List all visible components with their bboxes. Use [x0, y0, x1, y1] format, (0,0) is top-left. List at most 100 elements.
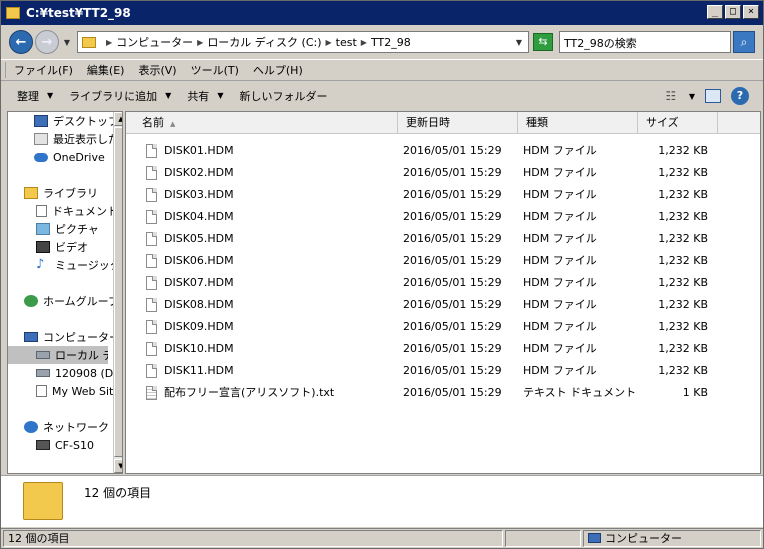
breadcrumb-tt2-98[interactable]: ▶ TT2_98 — [357, 36, 411, 49]
menu-tools[interactable]: ツール(T) — [184, 62, 246, 78]
refresh-icon: ⇆ — [538, 35, 548, 48]
nav-item-music[interactable]: ♪ ミュージック — [36, 256, 122, 274]
nav-item-onedrive[interactable]: OneDrive — [34, 148, 122, 166]
file-type: HDM ファイル — [523, 342, 597, 355]
chevron-down-icon[interactable]: ▼ — [689, 92, 695, 101]
view-options-icon[interactable]: ☷ — [663, 89, 679, 103]
file-date: 2016/05/01 15:29 — [403, 232, 502, 245]
nav-item-pictures[interactable]: ピクチャ — [36, 220, 122, 238]
organize-button[interactable]: 整理 ▼ — [9, 88, 61, 104]
status-bar: 12 個の項目 コンピューター — [1, 528, 763, 548]
share-button[interactable]: 共有 ▼ — [179, 88, 231, 104]
table-row[interactable]: DISK04.HDM 2016/05/01 15:29 HDM ファイル 1,232 … — [126, 206, 760, 228]
sort-ascending-icon: ▲ — [170, 120, 176, 128]
navigation-pane: デスクトップ 最近表示した場所 OneDrive ライブラリ ドキュメント ピク… — [7, 111, 123, 474]
file-size: 1,232 KB — [658, 298, 708, 311]
table-row[interactable]: DISK05.HDM 2016/05/01 15:29 HDM ファイル 1,232 … — [126, 228, 760, 250]
help-icon[interactable]: ? — [731, 87, 749, 105]
nav-item-documents[interactable]: ドキュメント — [36, 202, 122, 220]
column-name[interactable]: 名前 ▲ — [126, 112, 398, 134]
nav-item-network[interactable]: ネットワーク — [24, 418, 122, 436]
search-input[interactable]: TT2_98の検索 — [559, 31, 731, 53]
breadcrumb-computer[interactable]: ▶ コンピューター — [102, 34, 193, 50]
file-icon — [146, 166, 157, 180]
add-to-library-button[interactable]: ライブラリに追加 ▼ — [61, 88, 179, 104]
forward-button[interactable]: → — [35, 30, 59, 54]
breadcrumb-local-disk[interactable]: ▶ ローカル ディスク (C:) — [193, 34, 321, 50]
scroll-up-button[interactable]: ▲ — [114, 112, 122, 126]
recent-icon — [34, 133, 48, 145]
file-icon — [146, 342, 157, 356]
search-icon: ⌕ — [740, 35, 748, 49]
table-row[interactable]: DISK11.HDM 2016/05/01 15:29 HDM ファイル 1,232 … — [126, 360, 760, 382]
column-type[interactable]: 種類 — [518, 112, 638, 134]
refresh-button[interactable]: ⇆ — [533, 33, 553, 51]
history-dropdown[interactable]: ▼ — [61, 38, 73, 47]
item-count: 12 個の項目 — [84, 486, 152, 500]
maximize-button[interactable]: □ — [725, 5, 741, 19]
file-date: 2016/05/01 15:29 — [403, 364, 502, 377]
chevron-down-icon: ▼ — [217, 91, 224, 100]
address-bar[interactable]: ▶ コンピューター ▶ ローカル ディスク (C:) ▶ test ▶ TT2_98 ▼ — [77, 31, 529, 53]
address-dropdown[interactable]: ▼ — [516, 38, 522, 47]
table-row[interactable]: DISK08.HDM 2016/05/01 15:29 HDM ファイル 1,232 … — [126, 294, 760, 316]
preview-pane-icon[interactable] — [705, 89, 721, 103]
table-row[interactable]: DISK01.HDM 2016/05/01 15:29 HDM ファイル 1,232 … — [126, 140, 760, 162]
close-button[interactable]: × — [743, 5, 759, 19]
nav-item-libraries[interactable]: ライブラリ — [24, 184, 122, 202]
table-row[interactable]: DISK03.HDM 2016/05/01 15:29 HDM ファイル 1,232 … — [126, 184, 760, 206]
file-icon — [146, 364, 157, 378]
new-folder-button[interactable]: 新しいフォルダー — [231, 88, 335, 104]
column-size[interactable]: サイズ — [638, 112, 718, 134]
file-size: 1,232 KB — [658, 276, 708, 289]
search-button[interactable]: ⌕ — [733, 31, 755, 53]
nav-item-computer[interactable]: コンピューター — [24, 328, 122, 346]
scroll-thumb[interactable] — [114, 127, 122, 457]
title-bar[interactable]: C:¥test¥TT2_98 _ □ × — [1, 1, 763, 25]
nav-item-local-disk[interactable]: ローカル ディスク (C:) — [8, 346, 108, 364]
nav-item-cf-s10[interactable]: CF-S10 — [36, 436, 122, 454]
file-size: 1,232 KB — [658, 364, 708, 377]
file-date: 2016/05/01 15:29 — [403, 342, 502, 355]
file-name: DISK02.HDM — [164, 166, 234, 179]
file-date: 2016/05/01 15:29 — [403, 298, 502, 311]
nav-item-homegroup[interactable]: ホームグループ — [24, 292, 122, 310]
scroll-down-button[interactable]: ▼ — [114, 459, 122, 473]
minimize-button[interactable]: _ — [707, 5, 723, 19]
chevron-right-icon: ▶ — [106, 37, 113, 47]
table-row[interactable]: 配布フリー宣言(アリスソフト).txt 2016/05/01 15:29 テキスト … — [126, 382, 760, 404]
video-icon — [36, 241, 50, 253]
column-date[interactable]: 更新日時 — [398, 112, 518, 134]
menu-help[interactable]: ヘルプ(H) — [246, 62, 310, 78]
file-name: DISK03.HDM — [164, 188, 234, 201]
menu-view[interactable]: 表示(V) — [131, 62, 183, 78]
menu-file[interactable]: ファイル(F) — [5, 61, 80, 78]
nav-item-videos[interactable]: ビデオ — [36, 238, 122, 256]
file-name: DISK09.HDM — [164, 320, 234, 333]
explorer-window: C:¥test¥TT2_98 _ □ × ← → ▼ ▶ コンピューター ▶ ローカ… — [0, 0, 764, 549]
back-button[interactable]: ← — [9, 30, 33, 54]
table-row[interactable]: DISK10.HDM 2016/05/01 15:29 HDM ファイル 1,232 … — [126, 338, 760, 360]
file-name: DISK08.HDM — [164, 298, 234, 311]
table-row[interactable]: DISK09.HDM 2016/05/01 15:29 HDM ファイル 1,232 … — [126, 316, 760, 338]
nav-item-desktop[interactable]: デスクトップ — [34, 112, 122, 130]
breadcrumb-test[interactable]: ▶ test — [322, 36, 357, 49]
table-row[interactable]: DISK02.HDM 2016/05/01 15:29 HDM ファイル 1,232 … — [126, 162, 760, 184]
nav-item-recent[interactable]: 最近表示した場所 — [34, 130, 122, 148]
file-type: テキスト ドキュメント — [523, 386, 637, 399]
drive-icon — [36, 369, 50, 377]
address-toolbar: ← → ▼ ▶ コンピューター ▶ ローカル ディスク (C:) ▶ test ▶ TT… — [1, 25, 763, 59]
table-row[interactable]: DISK06.HDM 2016/05/01 15:29 HDM ファイル 1,232 … — [126, 250, 760, 272]
menu-edit[interactable]: 編集(E) — [80, 62, 132, 78]
folder-icon — [82, 36, 96, 48]
file-size: 1,232 KB — [658, 342, 708, 355]
file-date: 2016/05/01 15:29 — [403, 188, 502, 201]
nav-item-drive-d[interactable]: 120908 (D:) — [36, 364, 122, 382]
status-location: コンピューター — [583, 530, 761, 547]
nav-item-my-web-sites[interactable]: My Web Sites — [36, 382, 122, 400]
file-date: 2016/05/01 15:29 — [403, 386, 502, 399]
table-row[interactable]: DISK07.HDM 2016/05/01 15:29 HDM ファイル 1,232 … — [126, 272, 760, 294]
file-type: HDM ファイル — [523, 144, 597, 157]
file-name: DISK04.HDM — [164, 210, 234, 223]
nav-scrollbar[interactable]: ▲ ▼ — [113, 112, 122, 473]
